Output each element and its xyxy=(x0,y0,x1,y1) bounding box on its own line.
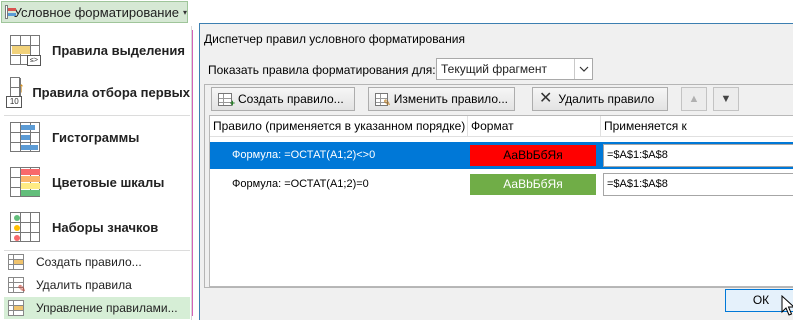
chevron-down-icon: ▾ xyxy=(182,7,187,17)
conditional-formatting-label: Условное форматирование xyxy=(13,4,179,20)
connector-line xyxy=(192,30,193,316)
applies-to-field[interactable]: =$A$1:$A$8 xyxy=(603,144,793,167)
rule-formula: Формула: =ОСТАТ(A1;2)=0 xyxy=(232,178,369,190)
move-down-button[interactable]: ▼ xyxy=(713,87,739,111)
column-header-applies-to[interactable]: Применяется к xyxy=(601,116,793,137)
menu-item-icon-sets[interactable]: Наборы значков xyxy=(4,207,190,247)
new-rule-icon xyxy=(8,254,24,270)
scope-select-value: Текущий фрагмент xyxy=(441,62,547,76)
arrow-down-icon: ▼ xyxy=(720,93,732,105)
rule-row[interactable]: Формула: =ОСТАТ(A1;2)<>0 АаВbБбЯя =$A$1:… xyxy=(210,142,793,169)
new-rule-icon: + xyxy=(218,92,235,107)
menu-item-top-bottom-rules[interactable]: ↑ 10 Правила отбора первых xyxy=(4,72,190,112)
scope-select[interactable]: Текущий фрагмент xyxy=(436,58,593,80)
menu-separator xyxy=(4,115,190,116)
menu-item-data-bars[interactable]: Гистограммы xyxy=(4,117,190,157)
icon-sets-icon xyxy=(10,212,40,242)
delete-rule-button[interactable]: ✕ Удалить правило xyxy=(532,87,668,111)
rules-manager-dialog: Диспетчер правил условного форматировани… xyxy=(199,23,793,320)
rules-table: Правило (применяется в указанном порядке… xyxy=(209,115,793,287)
menu-item-label: Правила выделения xyxy=(52,42,185,58)
conditional-formatting-dropdown: ≤> Правила выделения ↑ 10 Правила отбора… xyxy=(0,26,192,320)
delete-rule-label: Удалить правило xyxy=(558,92,655,106)
delete-icon: ✕ xyxy=(539,90,553,107)
edit-rule-icon: ✎ xyxy=(375,92,391,107)
format-preview: АаВbБбЯя xyxy=(470,145,596,166)
new-rule-button[interactable]: + Создать правило... xyxy=(211,87,355,111)
top-bottom-rules-icon: ↑ 10 xyxy=(6,77,25,108)
menu-item-label: Удалить правила xyxy=(36,278,132,292)
edit-rule-label: Изменить правило... xyxy=(393,92,508,106)
menu-item-color-scales[interactable]: Цветовые шкалы xyxy=(4,162,190,202)
show-rules-label: Показать правила форматирования для: xyxy=(208,63,436,77)
applies-to-field[interactable]: =$A$1:$A$8 xyxy=(603,173,793,196)
column-header-rule[interactable]: Правило (применяется в указанном порядке… xyxy=(210,116,468,137)
menu-item-label: Создать правило... xyxy=(36,255,142,269)
conditional-formatting-button[interactable]: Условное форматирование ▾ xyxy=(1,1,188,23)
move-up-button[interactable]: ▲ xyxy=(681,87,707,111)
edit-rule-button[interactable]: ✎ Изменить правило... xyxy=(368,87,515,111)
menu-item-label: Гистограммы xyxy=(52,129,140,145)
new-rule-label: Создать правило... xyxy=(238,92,344,106)
rules-frame: + Создать правило... ✎ Изменить правило.… xyxy=(204,84,793,288)
mouse-cursor-icon xyxy=(781,295,793,316)
menu-item-manage-rules[interactable]: Управление правилами... xyxy=(4,297,190,319)
menu-item-label: Цветовые шкалы xyxy=(52,174,165,190)
format-preview: АаВbБбЯя xyxy=(470,174,596,195)
rule-row[interactable]: Формула: =ОСТАТ(A1;2)=0 АаВbБбЯя =$A$1:$… xyxy=(210,171,793,198)
menu-item-highlight-rules[interactable]: ≤> Правила выделения xyxy=(4,30,190,70)
clear-rules-icon: ✎ xyxy=(8,277,26,295)
rules-table-header: Правило (применяется в указанном порядке… xyxy=(210,116,793,137)
conditional-formatting-menu: Условное форматирование ▾ ≤> Правила выд… xyxy=(0,0,199,320)
manage-rules-icon xyxy=(8,300,24,316)
arrow-up-icon: ▲ xyxy=(688,93,700,105)
menu-item-label: Правила отбора первых xyxy=(32,84,190,100)
menu-item-new-rule[interactable]: Создать правило... xyxy=(4,251,190,273)
column-header-format[interactable]: Формат xyxy=(468,116,601,137)
data-bars-icon xyxy=(10,122,40,152)
menu-item-clear-rules[interactable]: ✎ Удалить правила xyxy=(4,274,190,296)
chevron-down-icon[interactable] xyxy=(574,59,592,79)
color-scales-icon xyxy=(10,167,40,197)
highlight-cells-rules-icon: ≤> xyxy=(10,35,41,66)
menu-item-label: Наборы значков xyxy=(52,219,159,235)
menu-item-label: Управление правилами... xyxy=(36,301,178,315)
conditional-formatting-icon xyxy=(5,5,15,19)
dialog-title: Диспетчер правил условного форматировани… xyxy=(204,32,465,46)
rule-formula: Формула: =ОСТАТ(A1;2)<>0 xyxy=(232,149,376,161)
